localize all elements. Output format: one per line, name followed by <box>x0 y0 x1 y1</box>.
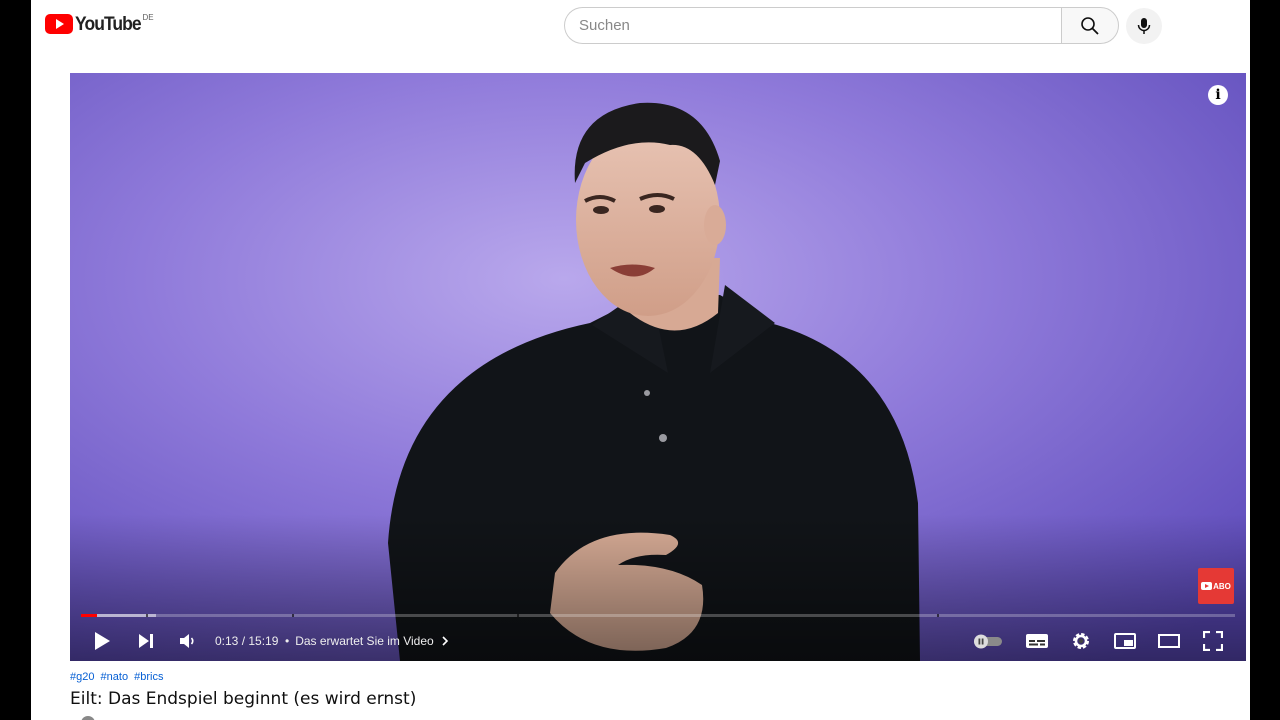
region-code: DE <box>142 13 154 22</box>
youtube-page: YouTube DE Suchen i ABO 0:13 / 15:19 • D… <box>31 0 1250 720</box>
subtitles-button[interactable] <box>1023 621 1051 661</box>
search-bar: Suchen <box>564 7 1119 44</box>
autoplay-toggle[interactable] <box>970 621 1006 661</box>
chapter-marker <box>145 614 148 617</box>
hashtag-link[interactable]: #g20 <box>70 671 94 683</box>
subscribe-badge-label: ABO <box>1213 581 1231 591</box>
progress-bar[interactable] <box>81 614 1235 617</box>
next-icon <box>139 634 153 648</box>
youtube-mini-icon <box>1201 582 1213 590</box>
logo-text: YouTube <box>75 14 142 35</box>
chapter-marker <box>937 614 940 617</box>
fullscreen-icon <box>1203 631 1223 651</box>
miniplayer-button[interactable] <box>1111 621 1139 661</box>
youtube-logo-icon <box>45 14 73 34</box>
video-frame[interactable] <box>70 73 1246 661</box>
autoplay-toggle-icon <box>974 634 1002 649</box>
hashtag-list: #g20 #nato #brics <box>70 671 166 683</box>
volume-icon <box>180 634 194 648</box>
hashtag-link[interactable]: #nato <box>101 671 129 683</box>
hashtag-link[interactable]: #brics <box>134 671 163 683</box>
play-icon <box>95 632 110 650</box>
info-icon[interactable]: i <box>1208 85 1228 105</box>
chapter-marker <box>517 614 520 617</box>
youtube-logo[interactable]: YouTube DE <box>45 13 154 36</box>
voice-search-button[interactable] <box>1126 8 1162 44</box>
theater-icon <box>1158 634 1180 648</box>
video-player[interactable]: i ABO 0:13 / 15:19 • Das erwartet Sie im… <box>70 73 1246 661</box>
chapter-separator: • <box>285 634 290 648</box>
mute-button[interactable] <box>174 621 202 661</box>
settings-icon <box>1073 633 1089 649</box>
chapter-marker <box>292 614 295 617</box>
play-button[interactable] <box>88 621 116 661</box>
settings-button[interactable] <box>1067 621 1095 661</box>
chevron-right-icon <box>442 636 448 646</box>
progress-played <box>81 614 98 617</box>
next-button[interactable] <box>132 621 160 661</box>
search-input[interactable]: Suchen <box>564 7 1061 44</box>
channel-avatar[interactable] <box>81 716 95 720</box>
subscribe-watermark-button[interactable]: ABO <box>1198 568 1234 604</box>
chapter-label: Das erwartet Sie im Video <box>295 634 434 648</box>
mic-icon <box>1137 18 1151 34</box>
video-title: Eilt: Das Endspiel beginnt (es wird erns… <box>70 689 417 709</box>
search-icon <box>1081 16 1099 35</box>
theater-mode-button[interactable] <box>1155 621 1183 661</box>
subtitles-icon <box>1026 634 1048 648</box>
fullscreen-button[interactable] <box>1199 621 1227 661</box>
miniplayer-icon <box>1114 633 1136 649</box>
search-button[interactable] <box>1061 7 1119 44</box>
player-controls: 0:13 / 15:19 • Das erwartet Sie im Video <box>70 621 1246 661</box>
chapter-title-button[interactable]: • Das erwartet Sie im Video <box>285 621 451 661</box>
time-display: 0:13 / 15:19 <box>215 634 279 648</box>
